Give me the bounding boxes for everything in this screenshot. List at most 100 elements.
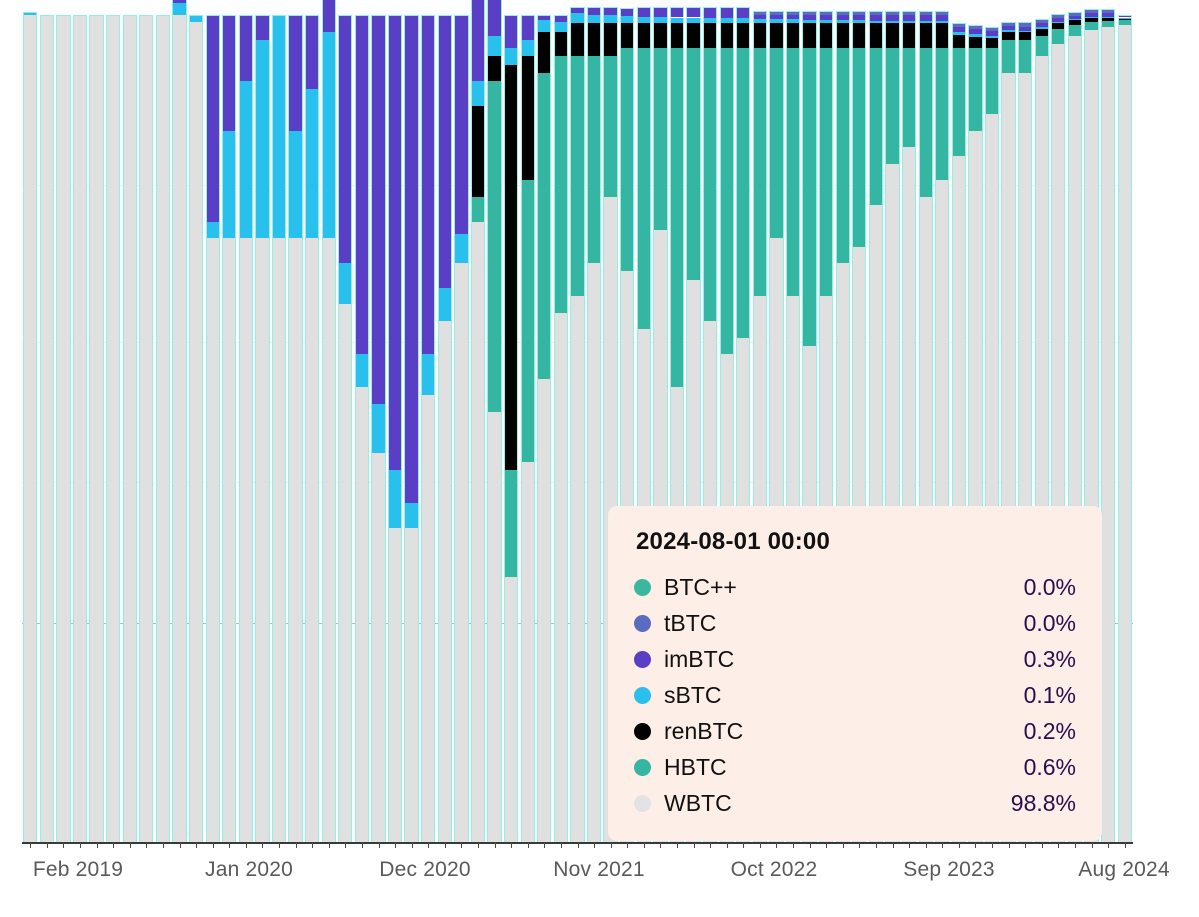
bar-segment <box>338 15 352 263</box>
stacked-bar[interactable] <box>438 15 452 842</box>
bar-segment <box>852 20 866 23</box>
stacked-bar[interactable] <box>73 15 87 842</box>
stacked-bar[interactable] <box>388 15 402 842</box>
bar-segment <box>156 15 170 842</box>
bar-segment <box>836 48 850 263</box>
stacked-bar[interactable] <box>355 15 369 842</box>
stacked-bar[interactable] <box>156 15 170 842</box>
bar-segment <box>1068 19 1082 20</box>
bar-segment <box>255 238 269 842</box>
stacked-bar[interactable] <box>106 15 120 842</box>
x-axis-tick <box>229 842 230 848</box>
bar-segment <box>1118 18 1132 19</box>
bar-segment <box>703 48 717 321</box>
stacked-bar[interactable] <box>206 15 220 842</box>
stacked-bar[interactable] <box>23 15 37 842</box>
bar-segment <box>885 15 899 21</box>
stacked-bar[interactable] <box>89 15 103 842</box>
stacked-bar[interactable] <box>172 15 186 842</box>
stacked-bar[interactable] <box>521 15 535 842</box>
bar-segment <box>869 21 883 23</box>
bar-segment <box>504 577 518 842</box>
bar-segment <box>421 395 435 842</box>
bar-segment <box>438 321 452 842</box>
bar-segment <box>305 89 319 238</box>
bar-segment <box>1051 23 1065 29</box>
bar-segment <box>869 15 883 21</box>
bar-segment <box>1101 18 1115 21</box>
bar-segment <box>819 23 833 48</box>
bar-segment <box>985 27 999 31</box>
stacked-bar[interactable] <box>255 15 269 842</box>
stacked-bar[interactable] <box>1118 15 1132 842</box>
stacked-bar[interactable] <box>139 15 153 842</box>
tooltip-row: tBTC0.0% <box>634 605 1076 641</box>
stacked-bar[interactable] <box>471 15 485 842</box>
bar-segment <box>902 15 916 21</box>
bar-segment <box>554 22 568 32</box>
stacked-bar[interactable] <box>404 15 418 842</box>
bar-segment <box>885 11 899 15</box>
stacked-bar[interactable] <box>587 15 601 842</box>
x-axis-tick <box>495 842 496 848</box>
stacked-bar[interactable] <box>504 15 518 842</box>
bar-segment <box>736 7 750 19</box>
stacked-bar[interactable] <box>338 15 352 842</box>
bar-segment <box>670 48 684 387</box>
bar-segment <box>355 15 369 354</box>
bar-segment <box>487 412 501 842</box>
x-axis-tick <box>362 842 363 848</box>
bar-segment <box>1118 25 1132 842</box>
bar-segment <box>239 238 253 842</box>
tooltip-row: BTC++0.0% <box>634 569 1076 605</box>
stacked-bar[interactable] <box>454 15 468 842</box>
stacked-bar[interactable] <box>123 15 137 842</box>
stacked-bar[interactable] <box>56 15 70 842</box>
bar-segment <box>487 56 501 81</box>
stacked-bar[interactable] <box>371 15 385 842</box>
bar-segment <box>288 15 302 131</box>
stacked-bar[interactable] <box>421 15 435 842</box>
stacked-bar[interactable] <box>222 15 236 842</box>
bar-segment <box>521 15 535 40</box>
stacked-bar[interactable] <box>40 15 54 842</box>
stacked-bar[interactable] <box>239 15 253 842</box>
stacked-bar[interactable] <box>272 15 286 842</box>
stacked-bar[interactable] <box>305 15 319 842</box>
bar-segment <box>471 197 485 222</box>
x-axis-tick <box>578 842 579 848</box>
tooltip-series-value: 0.6% <box>1024 754 1076 781</box>
stacked-bar[interactable] <box>537 15 551 842</box>
bar-segment <box>388 470 402 528</box>
bar-segment <box>554 32 568 57</box>
legend-dot-icon <box>634 759 651 776</box>
stacked-bar[interactable] <box>288 15 302 842</box>
stacked-bar[interactable] <box>189 15 203 842</box>
bar-segment <box>935 11 949 15</box>
bar-segment <box>521 40 535 57</box>
legend-dot-icon <box>634 687 651 704</box>
bar-segment <box>1035 29 1049 36</box>
bar-segment <box>885 48 899 164</box>
bar-segment <box>338 304 352 842</box>
bar-segment <box>653 23 667 48</box>
x-axis-label: Nov 2021 <box>553 858 645 882</box>
bar-segment <box>172 15 186 842</box>
bar-segment <box>487 0 501 36</box>
x-axis-label: Dec 2020 <box>379 858 471 882</box>
x-axis-tick <box>113 842 114 848</box>
x-axis-tick <box>428 842 429 848</box>
stacked-bar[interactable] <box>487 15 501 842</box>
bar-segment <box>1018 40 1032 73</box>
bar-segment <box>819 15 833 20</box>
stacked-bar[interactable] <box>1101 15 1115 842</box>
stacked-bar[interactable] <box>554 15 568 842</box>
bar-segment <box>902 11 916 15</box>
bar-segment <box>404 503 418 528</box>
stacked-bar[interactable] <box>570 15 584 842</box>
bar-segment <box>769 11 783 15</box>
bar-segment <box>637 7 651 17</box>
bar-segment <box>388 528 402 842</box>
bar-segment <box>968 29 982 34</box>
stacked-bar[interactable] <box>322 15 336 842</box>
